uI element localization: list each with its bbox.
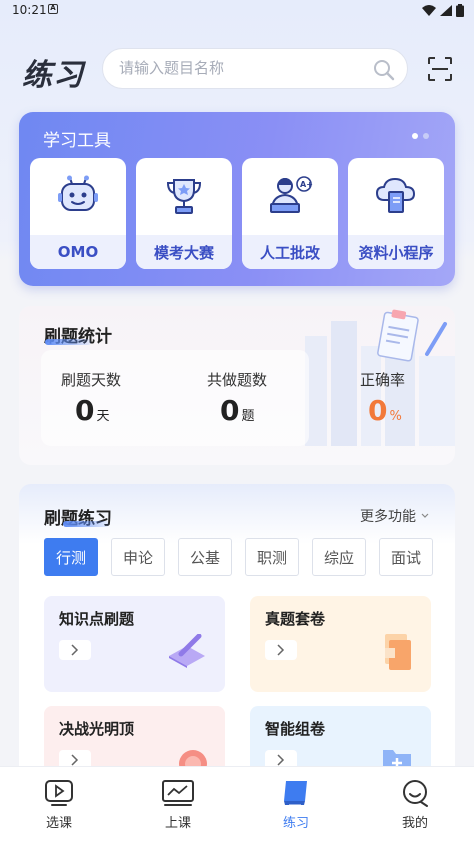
search-input[interactable] <box>119 59 369 77</box>
signal-icon <box>440 5 452 16</box>
tile-title: 决战光明顶 <box>59 720 135 738</box>
chevron-right-icon[interactable] <box>265 640 297 660</box>
more-functions-button[interactable]: 更多功能 <box>360 506 429 526</box>
chart-board-icon <box>162 780 194 806</box>
study-tools-title: 学习工具 <box>43 131 111 151</box>
page-title: 练习 <box>22 58 84 93</box>
heading-underline <box>63 521 109 527</box>
tool-omo[interactable]: OMO <box>30 158 126 269</box>
total-label: 共做题数 <box>207 371 268 389</box>
heading-underline <box>45 339 91 345</box>
carousel-dot <box>423 133 429 139</box>
pencil-stack-icon <box>169 634 205 668</box>
tool-label: 人工批改 <box>242 235 338 269</box>
trophy-icon <box>166 179 202 214</box>
carousel-dot-active <box>412 133 418 139</box>
search-box[interactable] <box>102 48 408 89</box>
nav-label: 选课 <box>45 816 72 831</box>
status-icons <box>422 4 464 17</box>
tab-shenlun[interactable]: 申论 <box>111 538 165 576</box>
status-bar: 10:21 A <box>0 0 474 22</box>
play-video-icon <box>45 780 73 806</box>
svg-text:A+: A+ <box>300 180 313 189</box>
tile-knowledge-point-practice[interactable]: 知识点刷题 <box>44 596 225 692</box>
accuracy-number: 0 <box>368 394 388 427</box>
notification-badge: A <box>48 4 58 14</box>
tab-mianshi[interactable]: 面试 <box>379 538 433 576</box>
accuracy-label: 正确率 <box>360 371 406 389</box>
study-tools-card: 学习工具 OMO 模考大赛 A+ 人工批改 资料小程序 <box>19 112 455 286</box>
scan-icon[interactable] <box>427 56 453 82</box>
tab-gongji[interactable]: 公基 <box>178 538 232 576</box>
tool-label: 模考大赛 <box>136 235 232 269</box>
tab-zongying[interactable]: 综应 <box>312 538 366 576</box>
bottom-nav: 选课 上课 练习 我的 <box>0 766 474 842</box>
days-value: 0天 <box>75 394 110 427</box>
battery-icon <box>456 4 464 17</box>
carousel-indicator <box>412 133 429 139</box>
total-number: 0 <box>220 394 240 427</box>
more-functions-label: 更多功能 <box>360 509 416 525</box>
smile-face-icon <box>403 780 428 807</box>
tool-mock-exam[interactable]: 模考大赛 <box>136 158 232 269</box>
search-icon[interactable] <box>373 59 395 81</box>
total-value: 0题 <box>220 394 255 427</box>
nav-label: 练习 <box>282 816 309 831</box>
tile-past-exam-papers[interactable]: 真题套卷 <box>250 596 431 692</box>
tool-label: 资料小程序 <box>348 235 444 269</box>
chevron-right-icon[interactable] <box>59 640 91 660</box>
status-time: 10:21 <box>12 3 47 17</box>
tool-label: OMO <box>30 235 126 269</box>
robot-icon <box>58 175 98 211</box>
tab-zhice[interactable]: 职测 <box>245 538 299 576</box>
teacher-icon: A+ <box>270 176 313 213</box>
chevron-down-icon <box>421 513 429 518</box>
nav-mine[interactable]: 我的 <box>385 779 445 831</box>
header: 练习 <box>0 46 474 93</box>
days-unit: 天 <box>96 409 110 424</box>
total-unit: 题 <box>241 409 255 424</box>
accuracy-value: 0% <box>368 394 402 427</box>
paper-stack-icon <box>385 634 411 670</box>
tile-title: 知识点刷题 <box>59 610 135 628</box>
nav-attend-class[interactable]: 上课 <box>148 779 208 831</box>
accuracy-unit: % <box>389 409 402 424</box>
tile-title: 真题套卷 <box>265 610 326 628</box>
subject-tabs: 行测 申论 公基 职测 综应 面试 <box>44 538 433 576</box>
practice-card: 刷题练习 更多功能 行测 申论 公基 职测 综应 面试 知识点刷题 真题套卷 决… <box>19 484 455 802</box>
nav-label: 我的 <box>401 816 428 831</box>
tab-xingce[interactable]: 行测 <box>44 538 98 576</box>
nav-label: 上课 <box>164 816 191 831</box>
tile-title: 智能组卷 <box>265 720 326 738</box>
days-label: 刷题天数 <box>61 371 122 389</box>
nav-practice[interactable]: 练习 <box>266 779 326 831</box>
tool-materials-app[interactable]: 资料小程序 <box>348 158 444 269</box>
days-number: 0 <box>75 394 95 427</box>
wifi-icon <box>422 5 436 16</box>
nav-select-course[interactable]: 选课 <box>29 779 89 831</box>
book-icon <box>284 781 307 806</box>
cloud-book-icon <box>375 177 416 213</box>
practice-stats-card: 刷题统计 刷题天数 0天 共做题数 0题 正确率 0% <box>19 306 455 465</box>
tool-manual-grading[interactable]: A+ 人工批改 <box>242 158 338 269</box>
